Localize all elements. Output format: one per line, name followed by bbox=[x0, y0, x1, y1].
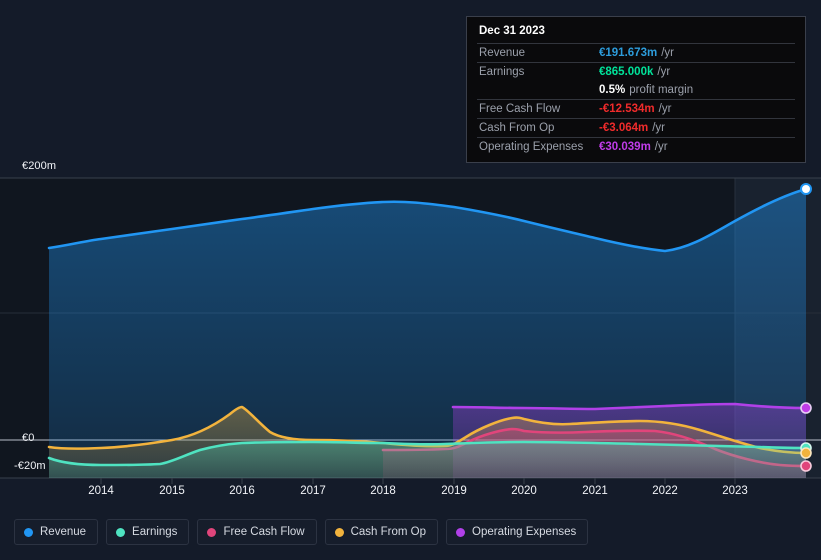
tooltip-row-free-cash-flow: Free Cash Flow -€12.534m /yr bbox=[477, 99, 795, 118]
tooltip-value-earnings: €865.000k bbox=[599, 66, 654, 78]
tooltip-value-profit-margin: 0.5% bbox=[599, 84, 626, 96]
endpoint-cash-from-op[interactable] bbox=[800, 447, 812, 459]
tooltip-unit-profit-margin: profit margin bbox=[629, 84, 694, 96]
tooltip-row-earnings: Earnings €865.000k /yr bbox=[477, 62, 795, 81]
x-axis-label-2017: 2017 bbox=[300, 485, 326, 497]
legend-item-earnings[interactable]: Earnings bbox=[106, 519, 190, 545]
x-axis-ticks bbox=[100, 478, 736, 484]
x-axis-label-2021: 2021 bbox=[582, 485, 608, 497]
x-axis-label-2023: 2023 bbox=[722, 485, 748, 497]
tooltip-date: Dec 31 2023 bbox=[479, 25, 545, 37]
endpoint-operating-expenses[interactable] bbox=[800, 402, 812, 414]
tooltip-value-revenue: €191.673m bbox=[599, 47, 658, 59]
legend-dot-revenue-icon bbox=[24, 527, 33, 537]
y-axis-label-0: €0 bbox=[22, 432, 35, 444]
x-axis-label-2015: 2015 bbox=[159, 485, 185, 497]
legend-label-revenue: Revenue bbox=[40, 526, 87, 538]
tooltip-label-earnings: Earnings bbox=[479, 66, 525, 78]
y-axis-label-200m: €200m bbox=[22, 160, 57, 172]
tooltip-value-free-cash-flow: -€12.534m bbox=[599, 103, 655, 115]
tooltip-unit-cash-from-op: /yr bbox=[652, 122, 666, 134]
x-axis-label-2020: 2020 bbox=[511, 485, 537, 497]
x-axis-label-2016: 2016 bbox=[229, 485, 255, 497]
legend-dot-earnings-icon bbox=[116, 527, 126, 537]
chart-tooltip: Dec 31 2023 Revenue €191.673m /yr Earnin… bbox=[466, 16, 806, 163]
legend-item-operating-expenses[interactable]: Operating Expenses bbox=[446, 519, 589, 545]
endpoint-revenue[interactable] bbox=[800, 183, 812, 195]
financial-chart-page: €200m €0 -€20m 2014 2015 2016 2017 2018 … bbox=[0, 0, 821, 560]
legend-label-earnings: Earnings bbox=[132, 526, 178, 538]
tooltip-value-operating-expenses: €30.039m bbox=[599, 141, 651, 153]
x-axis-label-2014: 2014 bbox=[88, 485, 114, 497]
legend-dot-operating-expenses-icon bbox=[456, 527, 466, 537]
legend-dot-free-cash-flow-icon bbox=[207, 527, 217, 537]
tooltip-label-free-cash-flow: Free Cash Flow bbox=[479, 103, 561, 115]
tooltip-label-cash-from-op: Cash From Op bbox=[479, 122, 555, 134]
legend-dot-cash-from-op-icon bbox=[334, 527, 344, 537]
tooltip-value-cash-from-op: -€3.064m bbox=[599, 122, 649, 134]
chart-legend: Revenue Earnings Free Cash Flow Cash Fro… bbox=[0, 508, 821, 556]
tooltip-row-operating-expenses: Operating Expenses €30.039m /yr bbox=[477, 137, 795, 156]
legend-label-cash-from-op: Cash From Op bbox=[350, 526, 427, 538]
endpoint-free-cash-flow[interactable] bbox=[800, 460, 812, 472]
x-axis-label-2019: 2019 bbox=[441, 485, 467, 497]
tooltip-row-revenue: Revenue €191.673m /yr bbox=[477, 43, 795, 62]
legend-item-cash-from-op[interactable]: Cash From Op bbox=[324, 519, 439, 545]
y-axis-label-neg20m: -€20m bbox=[14, 460, 46, 472]
tooltip-label-revenue: Revenue bbox=[479, 47, 526, 59]
tooltip-unit-operating-expenses: /yr bbox=[654, 141, 668, 153]
legend-label-free-cash-flow: Free Cash Flow bbox=[223, 526, 305, 538]
tooltip-unit-earnings: /yr bbox=[657, 66, 671, 78]
tooltip-unit-revenue: /yr bbox=[661, 47, 674, 59]
tooltip-unit-free-cash-flow: /yr bbox=[658, 103, 672, 115]
legend-label-operating-expenses: Operating Expenses bbox=[472, 526, 577, 538]
tooltip-label-operating-expenses: Operating Expenses bbox=[479, 141, 584, 153]
tooltip-row-cash-from-op: Cash From Op -€3.064m /yr bbox=[477, 118, 795, 137]
legend-item-free-cash-flow[interactable]: Free Cash Flow bbox=[197, 519, 317, 545]
x-axis-label-2022: 2022 bbox=[652, 485, 678, 497]
x-axis-label-2018: 2018 bbox=[370, 485, 396, 497]
legend-item-revenue[interactable]: Revenue bbox=[14, 519, 99, 545]
tooltip-row-profit-margin: 0.5% profit margin bbox=[477, 81, 795, 99]
